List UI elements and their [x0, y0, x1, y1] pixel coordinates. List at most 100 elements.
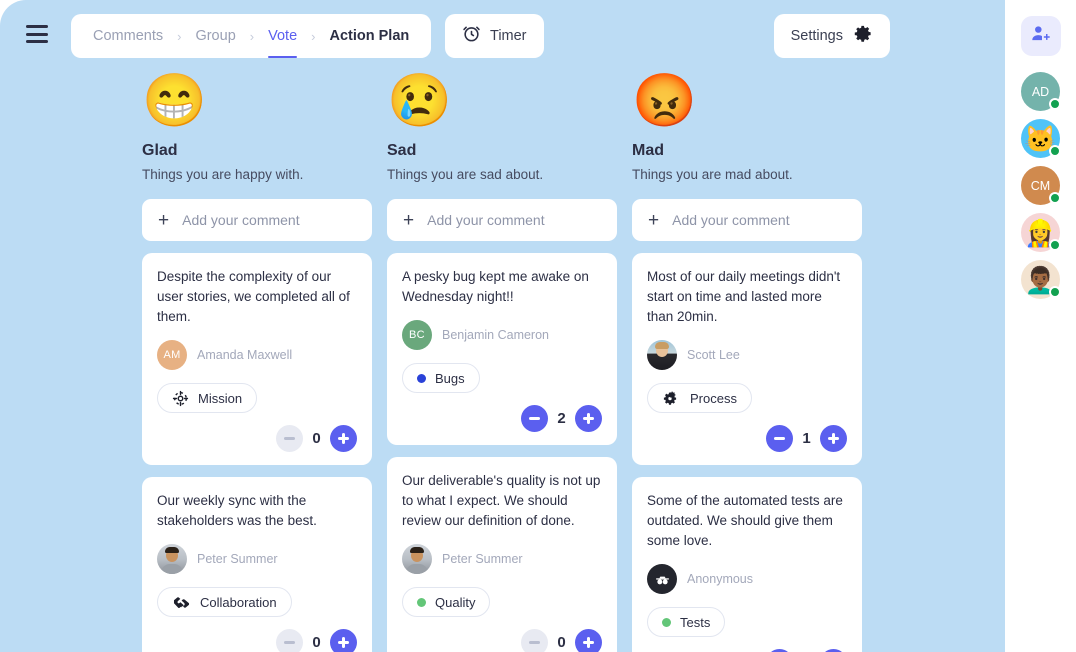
- crosshair-icon: [172, 390, 189, 407]
- column-subtitle: Things you are happy with.: [142, 167, 304, 182]
- online-status-dot: [1049, 192, 1061, 204]
- vote-count: 0: [312, 634, 321, 651]
- vote-controls: 0: [402, 629, 602, 652]
- card-tag[interactable]: Collaboration: [157, 587, 292, 617]
- sad-sweat-face-emoji: 😢: [387, 72, 452, 130]
- participant-avatar[interactable]: 👷‍♀️: [1021, 213, 1061, 252]
- card-text: Some of the automated tests are outdated…: [647, 493, 843, 548]
- card-author: Scott Lee: [647, 340, 847, 370]
- top-bar: Comments › Group › Vote › Action Plan Timer Se…: [0, 0, 1005, 72]
- vote-count: 1: [802, 430, 811, 447]
- add-person-button[interactable]: [1020, 16, 1061, 56]
- online-status-dot: [1049, 145, 1061, 157]
- participant-avatar[interactable]: CM: [1021, 166, 1061, 205]
- card-tag[interactable]: Process: [647, 383, 752, 413]
- add-comment-button[interactable]: + Add your comment: [387, 199, 617, 241]
- breadcrumb-separator: ›: [177, 28, 182, 44]
- card-author: BC Benjamin Cameron: [402, 320, 602, 350]
- vote-decrement-button[interactable]: [521, 405, 548, 432]
- settings-button[interactable]: Settings: [773, 14, 890, 58]
- participant-avatar[interactable]: 🐱: [1021, 119, 1061, 158]
- plus-icon: +: [648, 209, 660, 231]
- column-glad: 😁 Glad Things you are happy with. + Add your…: [142, 72, 372, 652]
- gear-icon: [854, 24, 873, 48]
- breadcrumb-item-vote[interactable]: Vote: [266, 28, 299, 58]
- avatar-anonymous: [647, 564, 677, 594]
- vote-increment-button[interactable]: [575, 405, 602, 432]
- column-subtitle: Things you are sad about.: [387, 167, 544, 182]
- card-tag-label: Collaboration: [200, 594, 277, 610]
- feedback-card[interactable]: A pesky bug kept me awake on Wednesday n…: [387, 253, 617, 445]
- dot-icon: [417, 597, 426, 607]
- breadcrumb-separator: ›: [249, 28, 255, 44]
- timer-button[interactable]: Timer: [445, 14, 544, 58]
- card-tag[interactable]: Tests: [647, 607, 726, 637]
- author-name: Scott Lee: [687, 348, 740, 362]
- card-text: A pesky bug kept me awake on Wednesday n…: [402, 269, 589, 304]
- dot-icon: [662, 617, 671, 627]
- card-tag-label: Bugs: [435, 370, 465, 386]
- card-tag[interactable]: Quality: [402, 587, 491, 617]
- feedback-card[interactable]: Despite the complexity of our user stori…: [142, 253, 372, 465]
- card-tag-label: Tests: [680, 614, 711, 630]
- vote-increment-button[interactable]: [575, 629, 602, 652]
- vote-count: 0: [557, 634, 566, 651]
- online-status-dot: [1049, 286, 1061, 298]
- timer-label: Timer: [490, 28, 527, 44]
- author-name: Anonymous: [687, 572, 754, 586]
- breadcrumb-item-group[interactable]: Group: [193, 28, 237, 44]
- feedback-card[interactable]: Most of our daily meetings didn't start …: [632, 253, 862, 465]
- card-text: Despite the complexity of our user stori…: [157, 269, 350, 324]
- columns-container: 😁 Glad Things you are happy with. + Add your…: [0, 72, 1005, 652]
- column-mad: 😡 Mad Things you are mad about. + Add your c…: [632, 72, 862, 652]
- card-tag-label: Mission: [198, 390, 243, 406]
- feedback-card[interactable]: Our weekly sync with the stakeholders wa…: [142, 477, 372, 652]
- alarm-clock-icon: [462, 24, 481, 48]
- column-sad: 😢 Sad Things you are sad about. + Add your c…: [387, 72, 617, 652]
- vote-increment-button[interactable]: [820, 425, 847, 452]
- column-title: Glad: [142, 142, 178, 159]
- vote-count: 0: [312, 430, 321, 447]
- add-comment-label: Add your comment: [672, 212, 790, 228]
- vote-controls: 2: [402, 405, 602, 432]
- card-tag[interactable]: Bugs: [402, 363, 480, 393]
- author-name: Amanda Maxwell: [197, 348, 293, 362]
- author-name: Peter Summer: [442, 552, 523, 566]
- breadcrumb-item-comments[interactable]: Comments: [91, 28, 165, 44]
- card-text: Most of our daily meetings didn't start …: [647, 269, 841, 324]
- card-text: Our deliverable's quality is not up to w…: [402, 473, 601, 528]
- online-status-dot: [1049, 239, 1061, 251]
- participant-avatar[interactable]: 👨🏾‍🦱: [1021, 260, 1061, 299]
- vote-count: 2: [557, 410, 566, 427]
- gears-icon: [662, 389, 681, 408]
- add-person-icon: [1030, 23, 1051, 49]
- plus-icon: +: [158, 209, 170, 231]
- participant-avatar[interactable]: AD: [1021, 72, 1061, 111]
- avatar: AM: [157, 340, 187, 370]
- card-tag-label: Quality: [435, 594, 476, 610]
- feedback-card[interactable]: Our deliverable's quality is not up to w…: [387, 457, 617, 652]
- column-title: Sad: [387, 142, 417, 159]
- author-name: Peter Summer: [197, 552, 278, 566]
- vote-decrement-button[interactable]: [766, 425, 793, 452]
- breadcrumb-item-action-plan[interactable]: Action Plan: [327, 28, 411, 44]
- add-comment-button[interactable]: + Add your comment: [632, 199, 862, 241]
- feedback-card[interactable]: Some of the automated tests are outdated…: [632, 477, 862, 652]
- vote-decrement-button: [521, 629, 548, 652]
- vote-increment-button[interactable]: [330, 629, 357, 652]
- card-author: AM Amanda Maxwell: [157, 340, 357, 370]
- hamburger-icon[interactable]: [26, 25, 48, 43]
- column-title: Mad: [632, 142, 664, 159]
- card-author: Peter Summer: [157, 544, 357, 574]
- add-comment-button[interactable]: + Add your comment: [142, 199, 372, 241]
- avatar: [157, 544, 187, 574]
- column-subtitle: Things you are mad about.: [632, 167, 793, 182]
- vote-controls: 1: [647, 425, 847, 452]
- add-comment-label: Add your comment: [427, 212, 545, 228]
- vote-decrement-button: [276, 629, 303, 652]
- retro-board: Comments › Group › Vote › Action Plan Timer Se…: [0, 0, 1005, 652]
- card-tag[interactable]: Mission: [157, 383, 258, 413]
- dot-icon: [417, 373, 426, 383]
- card-tag-label: Process: [690, 390, 737, 406]
- vote-increment-button[interactable]: [330, 425, 357, 452]
